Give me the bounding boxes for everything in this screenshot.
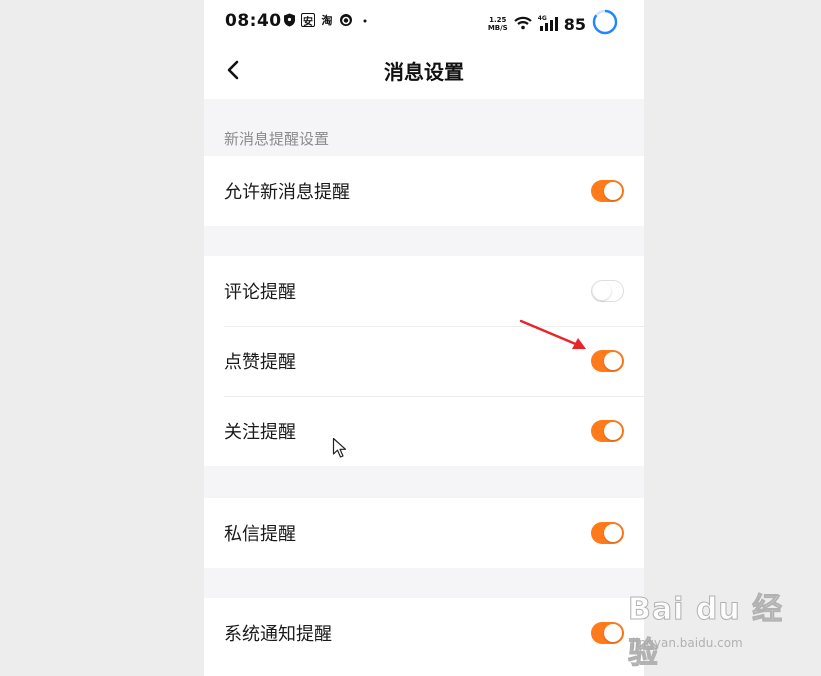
toggle-like[interactable] — [591, 350, 624, 372]
section-title-new-message: 新消息提醒设置 — [224, 130, 330, 148]
setting-row-follow[interactable]: 关注提醒 — [204, 396, 644, 466]
setting-label: 允许新消息提醒 — [224, 182, 350, 203]
setting-row-allow-new-message[interactable]: 允许新消息提醒 — [204, 156, 644, 226]
status-bar: 08:40 安 淘 1.25 MB/S 4G 85 — [204, 0, 644, 44]
toggle-allow-new-message[interactable] — [591, 180, 624, 202]
status-time: 08:40 — [225, 11, 282, 31]
status-right-icons: 1.25 MB/S 4G 85 — [488, 9, 618, 39]
toggle-knob — [604, 352, 622, 370]
taobao-icon: 淘 — [321, 14, 333, 27]
nav-bar: 消息设置 — [204, 44, 644, 99]
settings-group-interactions: 评论提醒 点赞提醒 关注提醒 — [204, 256, 644, 466]
app-icon-round — [339, 13, 353, 27]
battery-ring-icon — [592, 9, 618, 39]
setting-label: 私信提醒 — [224, 524, 296, 545]
setting-label: 评论提醒 — [224, 282, 296, 303]
setting-row-like[interactable]: 点赞提醒 — [204, 326, 644, 396]
status-left-icons: 安 淘 — [282, 13, 372, 28]
setting-row-private-message[interactable]: 私信提醒 — [204, 498, 644, 568]
wifi-icon — [513, 15, 532, 34]
app-icon-an: 安 — [301, 13, 315, 28]
toggle-knob — [604, 182, 622, 200]
watermark-url: jingyan.baidu.com — [632, 636, 743, 650]
signal-icon: 4G — [538, 15, 558, 32]
baidu-watermark: Bai du 经验 jingyan.baidu.com — [628, 584, 788, 672]
settings-group-private-message: 私信提醒 — [204, 498, 644, 568]
settings-group-allow: 允许新消息提醒 — [204, 156, 644, 226]
setting-row-comment[interactable]: 评论提醒 — [204, 256, 644, 326]
setting-label: 系统通知提醒 — [224, 624, 332, 645]
dot-icon — [358, 13, 372, 27]
toggle-knob — [604, 524, 622, 542]
toggle-knob — [604, 624, 622, 642]
toggle-system-notice[interactable] — [591, 622, 624, 644]
network-speed-unit: MB/S — [487, 24, 508, 32]
watermark-brand: Bai du 经验 — [628, 592, 784, 672]
page-title: 消息设置 — [384, 60, 464, 84]
network-speed: 1.25 MB/S — [488, 16, 508, 32]
setting-label: 关注提醒 — [224, 422, 296, 443]
toggle-comment[interactable] — [591, 280, 624, 302]
phone-screen: 08:40 安 淘 1.25 MB/S 4G 85 消息设置 新消息提醒设置 允… — [204, 0, 644, 676]
battery-level: 85 — [563, 14, 586, 34]
setting-label: 点赞提醒 — [224, 352, 296, 373]
network-speed-value: 1.25 — [489, 16, 507, 24]
shield-icon — [282, 13, 296, 27]
setting-row-system-notice[interactable]: 系统通知提醒 — [204, 598, 644, 668]
toggle-follow[interactable] — [591, 420, 624, 442]
mouse-cursor-icon — [332, 437, 347, 458]
toggle-private-message[interactable] — [591, 522, 624, 544]
settings-group-system: 系统通知提醒 — [204, 598, 644, 676]
toggle-knob — [604, 422, 622, 440]
toggle-knob — [593, 282, 611, 300]
